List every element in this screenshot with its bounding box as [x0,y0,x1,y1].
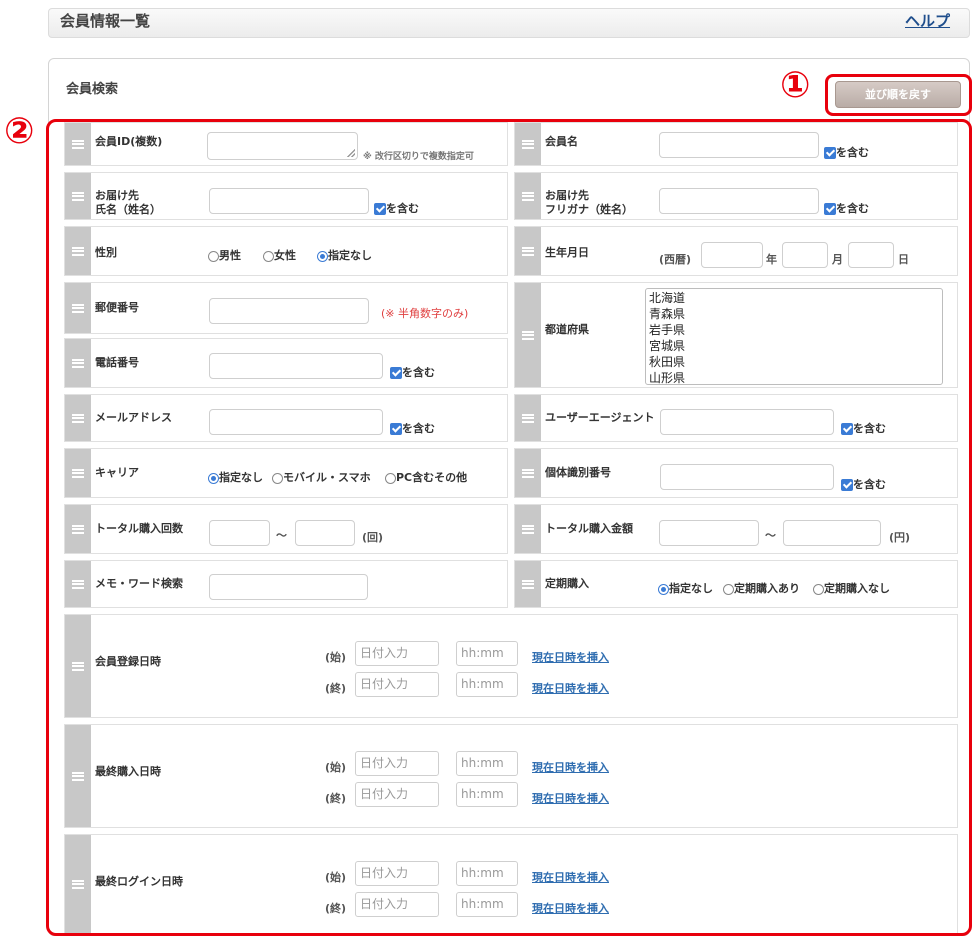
section-title: 会員検索 [66,82,119,97]
marker-2: ② [4,111,35,152]
help-link[interactable]: ヘルプ [905,10,950,31]
marker-1: ① [780,65,811,106]
highlight-box-fields [46,119,972,936]
page-title: 会員情報一覧 [60,12,151,30]
header-bar [48,8,970,38]
highlight-box-reset [825,74,972,116]
